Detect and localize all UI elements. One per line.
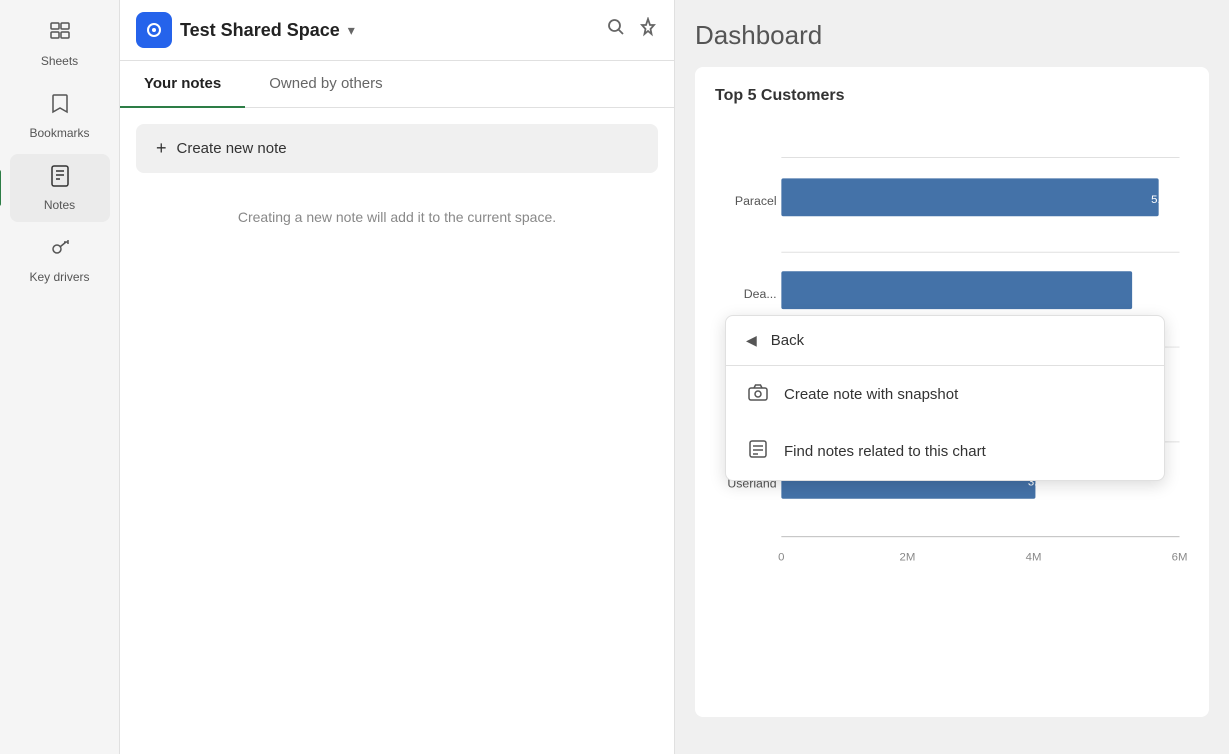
svg-text:5.69M: 5.69M [1151, 194, 1183, 206]
sidebar-item-notes[interactable]: Notes [10, 154, 110, 222]
space-title: Test Shared Space [180, 20, 340, 41]
create-note-button[interactable]: + Create new note [136, 124, 658, 173]
tabs: Your notes Owned by others [120, 61, 674, 108]
svg-text:Paracel: Paracel [735, 194, 777, 208]
dropdown-menu: ◀ Back Create note with snapshot [725, 315, 1165, 481]
create-note-snapshot-label: Create note with snapshot [784, 386, 958, 403]
sidebar-item-sheets[interactable]: Sheets [10, 10, 110, 78]
camera-icon [746, 382, 770, 407]
svg-text:0: 0 [778, 551, 784, 563]
dashboard: Dashboard Top 5 Customers Paracel 5.69M … [675, 0, 1229, 754]
notes-icon [49, 164, 71, 194]
empty-state-text: Creating a new note will add it to the c… [120, 189, 674, 245]
sidebar-key-drivers-label: Key drivers [29, 270, 89, 284]
find-notes-chart-item[interactable]: Find notes related to this chart [726, 423, 1164, 480]
svg-text:2M: 2M [900, 551, 916, 563]
svg-text:Dea...: Dea... [744, 287, 777, 301]
sidebar: Sheets Bookmarks Notes [0, 0, 120, 754]
sidebar-notes-label: Notes [44, 198, 75, 212]
chart-title: Top 5 Customers [715, 87, 1189, 105]
pin-icon[interactable] [638, 17, 658, 43]
notes-panel: Test Shared Space ▾ Your notes Owned by … [120, 0, 675, 754]
create-note-label: Create new note [177, 140, 287, 157]
plus-icon: + [156, 138, 167, 159]
back-arrow-icon: ◀ [746, 332, 757, 349]
key-drivers-icon [48, 236, 72, 266]
space-icon [136, 12, 172, 48]
sidebar-item-bookmarks[interactable]: Bookmarks [10, 82, 110, 150]
svg-text:6M: 6M [1172, 551, 1188, 563]
back-label: Back [771, 332, 804, 349]
sidebar-bookmarks-label: Bookmarks [29, 126, 89, 140]
notes-header: Test Shared Space ▾ [120, 0, 674, 61]
chart-card: Top 5 Customers Paracel 5.69M Dea... Tal… [695, 67, 1209, 717]
bookmarks-icon [49, 92, 71, 122]
tab-your-notes[interactable]: Your notes [120, 61, 245, 108]
dashboard-title: Dashboard [695, 20, 1209, 51]
header-actions [606, 17, 658, 43]
sheets-icon [48, 20, 72, 50]
sidebar-sheets-label: Sheets [41, 54, 78, 68]
notes-header-left: Test Shared Space ▾ [136, 12, 355, 48]
tab-owned-by-others[interactable]: Owned by others [245, 61, 406, 108]
sidebar-item-key-drivers[interactable]: Key drivers [10, 226, 110, 294]
search-icon[interactable] [606, 17, 626, 43]
chevron-down-icon[interactable]: ▾ [348, 22, 355, 39]
create-note-snapshot-item[interactable]: Create note with snapshot [726, 366, 1164, 423]
find-notes-chart-label: Find notes related to this chart [784, 443, 986, 460]
notes-chart-icon [746, 439, 770, 464]
back-button[interactable]: ◀ Back [726, 316, 1164, 366]
svg-text:4M: 4M [1026, 551, 1042, 563]
